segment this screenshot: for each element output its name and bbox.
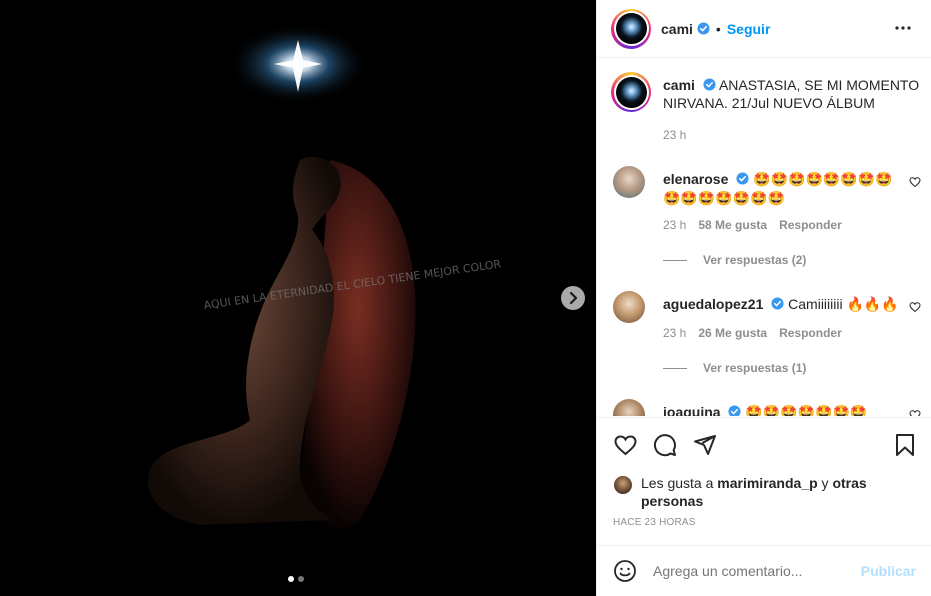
caption-avatar[interactable] [611, 72, 651, 112]
verified-icon [728, 405, 741, 416]
verified-icon [703, 78, 716, 91]
verified-icon [771, 297, 784, 310]
carousel-dot-active [288, 576, 294, 582]
heart-icon[interactable] [909, 176, 921, 188]
post-comment-button[interactable]: Publicar [861, 563, 916, 579]
comment-username[interactable]: joaquina [663, 404, 721, 416]
comment-meta: 23 h 26 Me gusta Responder [663, 326, 842, 340]
add-comment-bar: Publicar [597, 545, 931, 596]
comment-input[interactable] [653, 563, 843, 579]
liker-username[interactable]: marimiranda_p [717, 475, 817, 491]
share-icon[interactable] [693, 433, 717, 457]
comments-list[interactable]: cami ANASTASIA, SE MI MOMENTO NIRVANA. 2… [597, 58, 931, 416]
liker-avatar[interactable] [613, 475, 633, 495]
comment-text-block: aguedalopez21 Camiiiiiiii 🔥🔥🔥 [663, 295, 903, 314]
likes-conj: y [821, 475, 829, 491]
comment-icon[interactable] [653, 433, 677, 457]
caption-text: ANASTASIA, SE MI MOMENTO NIRVANA. 21/Jul… [663, 77, 920, 111]
comment-text-block: elenarose 🤩🤩🤩🤩🤩🤩🤩🤩🤩🤩🤩🤩🤩🤩🤩 [663, 170, 903, 208]
comment-meta: 23 h 58 Me gusta Responder [663, 218, 842, 232]
verified-icon [697, 22, 710, 35]
heart-icon[interactable] [613, 433, 638, 457]
view-replies-label: Ver respuestas (1) [703, 361, 807, 375]
caption-username[interactable]: cami [663, 77, 695, 93]
likes-prefix: Les gusta a [641, 475, 714, 491]
post-timestamp: HACE 23 HORAS [613, 517, 696, 528]
heart-icon[interactable] [909, 301, 921, 313]
bookmark-icon[interactable] [894, 433, 916, 457]
carousel-dot [298, 576, 304, 582]
verified-icon [736, 172, 749, 185]
author-username[interactable]: cami [661, 21, 693, 37]
comment-time: 23 h [663, 218, 687, 232]
comment-likes[interactable]: 26 Me gusta [698, 326, 767, 340]
comment-avatar[interactable] [613, 291, 645, 323]
comment-time: 23 h [663, 326, 687, 340]
caption-time: 23 h [663, 128, 687, 142]
comment-avatar[interactable] [613, 399, 645, 416]
comment-username[interactable]: elenarose [663, 171, 728, 187]
emoji-icon[interactable] [613, 559, 637, 583]
post-sidebar: cami • Seguir cami ANASTASIA, SE MI MOME… [596, 0, 931, 596]
follow-button[interactable]: Seguir [727, 21, 771, 37]
separator-dot: • [715, 20, 721, 37]
heart-icon[interactable] [909, 409, 921, 416]
more-options-icon[interactable] [894, 21, 912, 35]
carousel-next-button[interactable] [561, 286, 585, 310]
reply-button[interactable]: Responder [779, 218, 842, 232]
carousel-indicator [288, 576, 304, 582]
post-dialog: AQUI EN LA ETERNIDAD EL CIELO TIENE MEJO… [0, 0, 931, 596]
comment-text: Camiiiiiiii 🔥🔥🔥 [788, 296, 899, 312]
post-header: cami • Seguir [597, 0, 931, 58]
view-replies-button[interactable]: Ver respuestas (2) [663, 253, 806, 267]
post-actions [597, 417, 931, 469]
view-replies-label: Ver respuestas (2) [703, 253, 807, 267]
caption-text-block: cami ANASTASIA, SE MI MOMENTO NIRVANA. 2… [663, 76, 923, 112]
comment-avatar[interactable] [613, 166, 645, 198]
chevron-right-icon [569, 292, 578, 304]
comment-username[interactable]: aguedalopez21 [663, 296, 763, 312]
reply-button[interactable]: Responder [779, 326, 842, 340]
comment-likes[interactable]: 58 Me gusta [698, 218, 767, 232]
post-media[interactable]: AQUI EN LA ETERNIDAD EL CIELO TIENE MEJO… [0, 0, 596, 596]
author-avatar[interactable] [611, 8, 651, 49]
view-replies-button[interactable]: Ver respuestas (1) [663, 361, 806, 375]
comment-text: 🤩🤩🤩🤩🤩🤩🤩 [745, 404, 868, 416]
post-image: AQUI EN LA ETERNIDAD EL CIELO TIENE MEJO… [0, 0, 596, 596]
comment-text-block: joaquina 🤩🤩🤩🤩🤩🤩🤩 [663, 403, 903, 416]
